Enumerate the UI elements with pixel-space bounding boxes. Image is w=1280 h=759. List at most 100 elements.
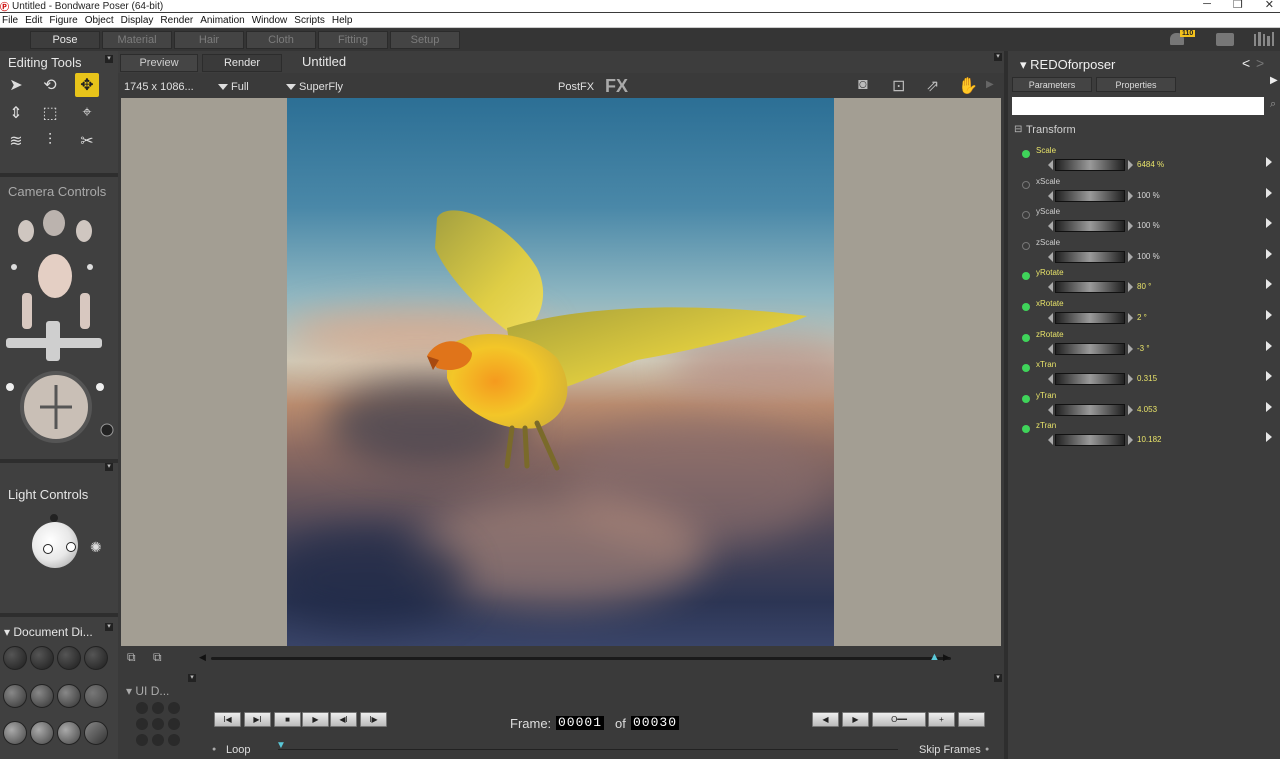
param-menu-arrow-icon[interactable]: [1266, 432, 1272, 443]
param-value[interactable]: 100 %: [1137, 252, 1160, 261]
tab-fitting[interactable]: Fitting: [318, 31, 388, 49]
param-value[interactable]: 80 °: [1137, 282, 1151, 291]
menu-window[interactable]: Window: [250, 15, 293, 26]
param-dial[interactable]: [1055, 312, 1125, 324]
param-key-indicator[interactable]: [1022, 211, 1030, 220]
add-keyframe-button[interactable]: +: [928, 712, 955, 727]
tab-setup[interactable]: Setup: [390, 31, 460, 49]
search-icon[interactable]: ⌕: [1270, 98, 1276, 111]
chat-icon[interactable]: [1216, 32, 1234, 46]
display-style-smooth-shaded[interactable]: [3, 721, 27, 745]
menu-scripts[interactable]: Scripts: [292, 15, 330, 26]
toolbar-more-icon[interactable]: ▶: [986, 79, 994, 90]
menu-animation[interactable]: Animation: [198, 15, 249, 26]
param-key-indicator[interactable]: [1022, 303, 1030, 311]
param-key-indicator[interactable]: [1022, 180, 1030, 189]
param-yrotate[interactable]: yRotate 80 °: [1018, 267, 1272, 297]
first-frame-button[interactable]: I◀: [214, 712, 241, 727]
param-key-indicator[interactable]: [1022, 241, 1030, 250]
menu-edit[interactable]: Edit: [23, 15, 47, 26]
param-dial[interactable]: [1055, 220, 1125, 233]
param-value[interactable]: 10.182: [1137, 435, 1161, 444]
param-dial[interactable]: [1055, 159, 1125, 171]
maximize-icon[interactable]: ❐: [1233, 0, 1243, 11]
param-value[interactable]: 0.315: [1137, 374, 1157, 383]
param-menu-arrow-icon[interactable]: [1266, 340, 1272, 351]
param-ztran[interactable]: zTran 10.182: [1018, 420, 1272, 450]
play-button[interactable]: ▶: [302, 712, 329, 727]
param-dial[interactable]: [1055, 434, 1125, 447]
transform-collapse-icon[interactable]: ⊟: [1014, 124, 1022, 135]
library-icon[interactable]: [1254, 32, 1275, 46]
next-keyframe-button[interactable]: ▶: [842, 712, 869, 727]
tab-parameters[interactable]: Parameters: [1012, 77, 1092, 92]
menu-file[interactable]: File: [0, 15, 23, 26]
next-frame-button[interactable]: I▶: [360, 712, 387, 727]
param-key-indicator[interactable]: [1022, 333, 1030, 342]
tab-hair[interactable]: Hair: [174, 31, 244, 49]
decrement-arrow-icon[interactable]: [1048, 251, 1053, 262]
chain-break-icon[interactable]: ⫶: [38, 129, 62, 153]
stop-button[interactable]: ■: [274, 712, 301, 727]
size-mode-dropdown[interactable]: Full: [218, 81, 249, 93]
camera-controls-collapse[interactable]: ▾: [105, 463, 113, 471]
display-style-wireframe[interactable]: [57, 646, 81, 670]
select-tool-icon[interactable]: ➤: [4, 73, 28, 97]
param-value[interactable]: 2 °: [1137, 313, 1147, 322]
postfx-label[interactable]: PostFX: [558, 81, 594, 93]
increment-arrow-icon[interactable]: [1128, 435, 1133, 446]
ui-dots-grid[interactable]: [134, 702, 182, 750]
document-display-collapse[interactable]: ▾: [105, 623, 113, 631]
menu-render[interactable]: Render: [158, 15, 198, 26]
camera-controls-widget[interactable]: [0, 201, 118, 461]
decrement-arrow-icon[interactable]: [1048, 435, 1053, 446]
fx-button[interactable]: FX: [605, 76, 628, 97]
tab-preview[interactable]: Preview: [120, 54, 198, 72]
increment-arrow-icon[interactable]: [1128, 251, 1133, 262]
export-render-icon[interactable]: ⇗: [926, 76, 939, 96]
param-value[interactable]: 100 %: [1137, 191, 1160, 200]
param-menu-arrow-icon[interactable]: [1266, 218, 1272, 229]
last-frame-button[interactable]: ▶I: [244, 712, 271, 727]
renderer-dropdown[interactable]: SuperFly: [286, 81, 343, 93]
close-icon[interactable]: ✕: [1265, 0, 1274, 11]
param-menu-arrow-icon[interactable]: [1266, 187, 1272, 198]
param-scale[interactable]: Scale 6484 %: [1018, 145, 1272, 175]
param-zscale[interactable]: zScale 100 %: [1018, 237, 1272, 267]
display-style-cartoon[interactable]: [84, 684, 108, 708]
frame-slider-handle[interactable]: ▼: [276, 740, 286, 751]
tab-material[interactable]: Material: [102, 31, 172, 49]
back-arrow-icon[interactable]: <: [1242, 55, 1250, 71]
param-xrotate[interactable]: xRotate 2 °: [1018, 298, 1272, 328]
increment-arrow-icon[interactable]: [1128, 374, 1133, 385]
previous-frame-button[interactable]: ◀I: [330, 712, 357, 727]
display-style-silhouette[interactable]: [3, 646, 27, 670]
param-dial[interactable]: [1055, 403, 1125, 416]
param-xscale[interactable]: xScale 100 %: [1018, 176, 1272, 206]
tab-cloth[interactable]: Cloth: [246, 31, 316, 49]
param-zrotate[interactable]: zRotate -3 °: [1018, 329, 1272, 359]
taper-tool-icon[interactable]: ≋: [4, 129, 28, 153]
param-key-indicator[interactable]: [1022, 272, 1030, 281]
param-value[interactable]: 6484 %: [1137, 160, 1164, 169]
translate-in-out-icon[interactable]: ⇕: [4, 101, 28, 125]
render-compare-slider[interactable]: [211, 657, 951, 660]
minimize-icon[interactable]: ─: [1203, 0, 1211, 11]
param-menu-arrow-icon[interactable]: [1266, 401, 1272, 412]
rotate-tool-icon[interactable]: ⟲: [38, 73, 62, 97]
param-xtran[interactable]: xTran 0.315: [1018, 359, 1272, 389]
display-style-smooth-lined[interactable]: [30, 721, 54, 745]
param-value[interactable]: 4.053: [1137, 405, 1157, 414]
param-menu-arrow-icon[interactable]: [1266, 310, 1272, 320]
menu-display[interactable]: Display: [119, 15, 159, 26]
tab-render[interactable]: Render: [202, 54, 282, 72]
param-dial[interactable]: [1055, 281, 1125, 294]
decrement-arrow-icon[interactable]: [1048, 282, 1053, 293]
display-style-flat-shaded[interactable]: [30, 684, 54, 708]
light-handle[interactable]: [50, 514, 58, 522]
param-yscale[interactable]: yScale 100 %: [1018, 206, 1272, 236]
param-menu-arrow-icon[interactable]: [1266, 157, 1272, 167]
increment-arrow-icon[interactable]: [1128, 282, 1133, 293]
menu-object[interactable]: Object: [83, 15, 119, 26]
previous-keyframe-button[interactable]: ◀: [812, 712, 839, 727]
